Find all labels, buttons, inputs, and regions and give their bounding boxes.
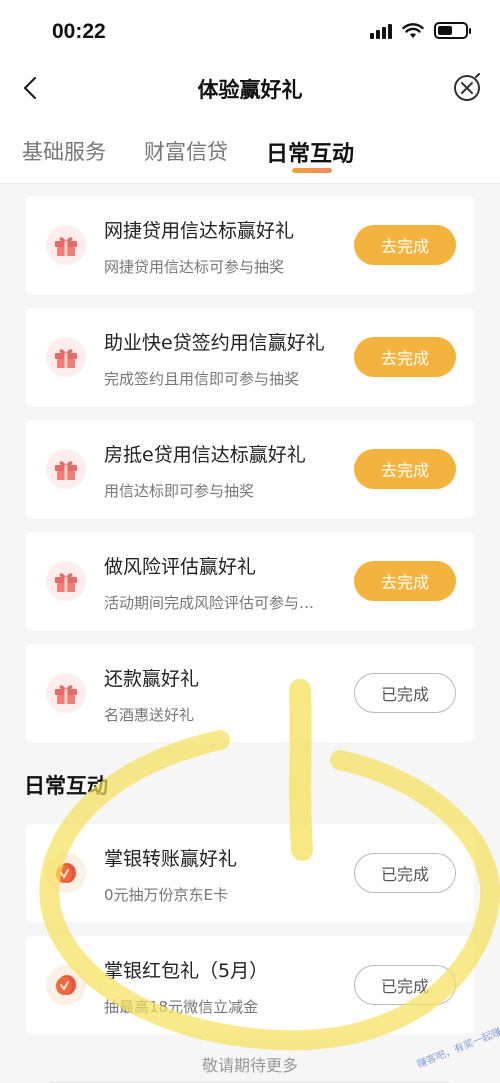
task-subtitle: 名酒惠送好礼 xyxy=(104,706,195,724)
status-icons xyxy=(370,22,471,39)
gift-icon xyxy=(46,561,86,601)
task-card: 掌银红包礼（5月） 抽最高18元微信立减金 已完成 xyxy=(26,936,474,1034)
task-title: 助业快e贷签约用信赢好礼 xyxy=(104,332,325,354)
task-list: 网捷贷用信达标赢好礼 网捷贷用信达标可参与抽奖 去完成 助业快e贷签约用信赢好礼… xyxy=(0,184,500,1083)
tab-bar: 基础服务 财富信贷 日常互动 xyxy=(0,118,500,184)
tab-daily-interaction[interactable]: 日常互动 xyxy=(266,136,354,168)
tab-wealth-credit[interactable]: 财富信贷 xyxy=(144,136,228,166)
task-title: 还款赢好礼 xyxy=(104,668,200,690)
go-complete-button[interactable]: 去完成 xyxy=(354,561,456,601)
completed-button[interactable]: 已完成 xyxy=(354,853,456,893)
gift-icon xyxy=(46,673,86,713)
status-time: 00:22 xyxy=(52,20,106,43)
task-title: 掌银红包礼（5月） xyxy=(104,960,269,982)
nav-bar: 体验赢好礼 xyxy=(0,60,500,118)
completed-button[interactable]: 已完成 xyxy=(354,673,456,713)
active-tab-underline xyxy=(292,168,332,173)
task-subtitle: 网捷贷用信达标可参与抽奖 xyxy=(104,258,285,276)
gift-icon xyxy=(46,337,86,377)
tab-basic-services[interactable]: 基础服务 xyxy=(22,136,106,166)
gift-icon xyxy=(46,449,86,489)
task-title: 做风险评估赢好礼 xyxy=(104,556,257,578)
task-subtitle: 活动期间完成风险评估可参与… xyxy=(104,594,315,612)
gift-icon xyxy=(46,225,86,265)
page-title: 体验赢好礼 xyxy=(197,78,303,102)
go-complete-button[interactable]: 去完成 xyxy=(354,225,456,265)
completed-button[interactable]: 已完成 xyxy=(354,965,456,1005)
task-title: 房抵e贷用信达标赢好礼 xyxy=(104,444,306,466)
battery-icon xyxy=(434,22,471,39)
section-title: 日常互动 xyxy=(24,774,108,798)
coin-icon xyxy=(46,965,86,1005)
task-title: 网捷贷用信达标赢好礼 xyxy=(104,220,295,242)
close-icon[interactable] xyxy=(452,73,482,103)
wifi-icon xyxy=(402,22,424,38)
task-card: 房抵e贷用信达标赢好礼 用信达标即可参与抽奖 去完成 xyxy=(26,420,474,518)
task-card: 掌银转账赢好礼 0元抽万份京东E卡 已完成 xyxy=(26,824,474,922)
task-card: 助业快e贷签约用信赢好礼 完成签约且用信即可参与抽奖 去完成 xyxy=(26,308,474,406)
go-complete-button[interactable]: 去完成 xyxy=(354,449,456,489)
task-subtitle: 0元抽万份京东E卡 xyxy=(104,886,229,904)
task-subtitle: 用信达标即可参与抽奖 xyxy=(104,482,255,500)
task-card: 网捷贷用信达标赢好礼 网捷贷用信达标可参与抽奖 去完成 xyxy=(26,196,474,294)
signal-icon xyxy=(370,23,392,39)
status-bar: 00:22 xyxy=(0,0,500,60)
task-subtitle: 抽最高18元微信立减金 xyxy=(104,998,259,1016)
go-complete-button[interactable]: 去完成 xyxy=(354,337,456,377)
task-card: 做风险评估赢好礼 活动期间完成风险评估可参与… 去完成 xyxy=(26,532,474,630)
task-card: 还款赢好礼 名酒惠送好礼 已完成 xyxy=(26,644,474,742)
task-title: 掌银转账赢好礼 xyxy=(104,848,238,870)
task-subtitle: 完成签约且用信即可参与抽奖 xyxy=(104,370,300,388)
coin-icon xyxy=(46,853,86,893)
